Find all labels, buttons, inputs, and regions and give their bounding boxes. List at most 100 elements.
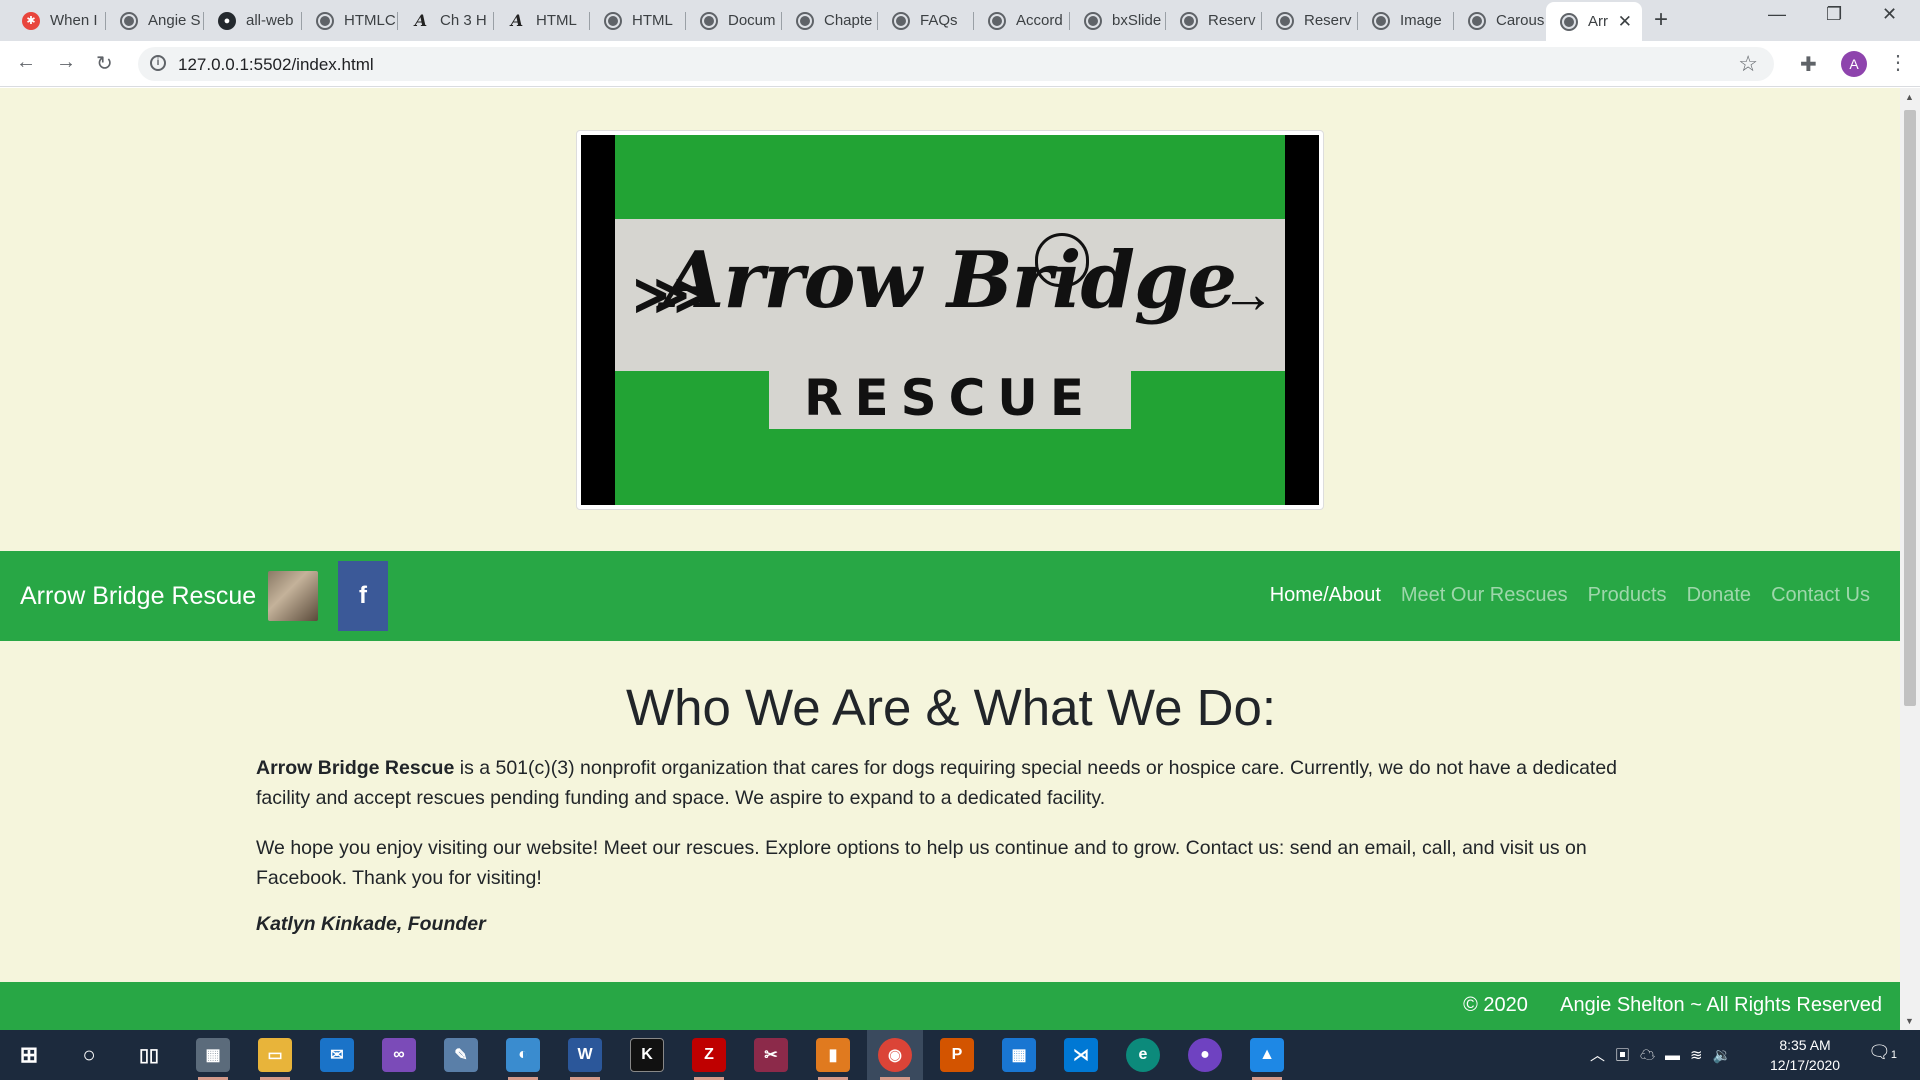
filezilla-icon[interactable]: Z [692,1038,726,1080]
nav-contact-us[interactable]: Contact Us [1771,584,1870,607]
notepad-icon[interactable]: ✎ [444,1038,478,1072]
close-window-icon[interactable]: ✕ [1882,4,1897,25]
nav-links: Home/About Meet Our Rescues Products Don… [1270,584,1870,607]
tab-9[interactable]: FAQs [878,6,974,35]
tab-12[interactable]: Reserv [1166,6,1262,35]
minimize-icon[interactable]: — [1768,4,1786,25]
acrobat-icon: A [414,11,428,30]
new-tab-icon[interactable]: + [1654,6,1668,34]
tab-active[interactable]: Arr ✕ [1546,2,1642,41]
scroll-down-icon[interactable]: ▼ [1905,1016,1914,1026]
photos-icon[interactable]: ▲ [1250,1038,1284,1080]
inkscape-icon[interactable]: K [630,1038,664,1072]
tab-0[interactable]: ✱ When I [8,6,106,35]
search-icon[interactable]: ○ [72,1038,106,1072]
org-name: Arrow Bridge Rescue [256,757,455,779]
globe-icon [796,11,814,30]
logo-script-text: Arrow Bridge [663,235,1237,326]
globe-icon [316,11,334,30]
snipping-tool-icon[interactable]: ✂ [754,1038,788,1072]
calculator-icon[interactable]: ▦ [196,1038,230,1080]
logo-rescue-text: RESCUE [803,369,1097,427]
scroll-up-icon[interactable]: ▲ [1905,92,1914,102]
navbar-brand[interactable]: Arrow Bridge Rescue [20,582,256,611]
scrollbar-thumb[interactable] [1904,110,1916,706]
founder-signature: Katlyn Kinkade, Founder [256,913,486,935]
nav-meet-our-rescues[interactable]: Meet Our Rescues [1401,584,1568,607]
site-footer: © 2020 Angie Shelton ~ All Rights Reserv… [0,982,1900,1030]
extensions-icon[interactable]: ✚ [1800,52,1817,77]
welcome-paragraph: We hope you enjoy visiting our website! … [256,837,1587,889]
nav-donate[interactable]: Donate [1687,584,1752,607]
tab-8[interactable]: Chapte [782,6,878,35]
tab-11[interactable]: bxSlide [1070,6,1166,35]
browser-toolbar: ← → ↻ i 127.0.0.1:5502/index.html ☆ [0,41,1920,87]
reload-icon[interactable]: ↻ [96,51,113,76]
tab-6[interactable]: HTML [590,6,686,35]
globe-icon [700,11,718,30]
globe-icon [1180,11,1198,30]
word-icon[interactable]: W [568,1038,602,1080]
page-viewport: ⋙ Arrow Bridge → RESCUE Arrow Bridge Res… [0,88,1900,1030]
globe-icon [892,11,910,30]
logo-frame: ⋙ Arrow Bridge → RESCUE [576,130,1324,510]
brand-dog-thumbnail[interactable] [268,571,318,621]
tab-5[interactable]: A HTML [494,6,590,35]
windows-taskbar: ⊞ ○ ▯▯ ▦ ▭ ✉ ∞ ✎ ◐ W K Z ✂ ▮ ◉ P ▦ ⋊ e ●… [0,1030,1920,1080]
browser-tab-strip: ✱ When I Angie S ● all-web HTMLC A Ch 3 H A… [0,0,1920,41]
globe-icon [604,11,622,30]
globe-icon [1560,12,1578,31]
tab-4[interactable]: A Ch 3 H [398,6,494,35]
nav-home-about[interactable]: Home/About [1270,584,1381,607]
edge-icon[interactable]: e [1126,1038,1160,1072]
app-orange-icon[interactable]: ▮ [816,1038,850,1080]
tab-7[interactable]: Docum [686,6,782,35]
tab-13[interactable]: Reserv [1262,6,1358,35]
tab-14[interactable]: Image [1358,6,1454,35]
powerpoint-icon[interactable]: P [940,1038,974,1072]
paint-icon[interactable]: ◐ [506,1038,540,1080]
tab-10[interactable]: Accord [974,6,1070,35]
browser-menu-icon[interactable]: ⋮ [1888,50,1908,75]
footer-copyright: © 2020 Angie Shelton ~ All Rights Reserv… [1463,994,1882,1016]
notification-count: 1 [1890,1049,1897,1061]
vscode-icon[interactable]: ⋊ [1064,1038,1098,1072]
tab-15[interactable]: Carous [1454,6,1550,35]
profile-avatar[interactable]: A [1841,51,1867,77]
notification-icon[interactable]: 🗨1 [1868,1042,1897,1063]
nav-products[interactable]: Products [1588,584,1667,607]
restore-icon[interactable]: ❐ [1826,4,1842,25]
clock[interactable]: 8:35 AM 12/17/2020 [1770,1035,1840,1075]
chrome-icon[interactable]: ◉ [878,1038,912,1080]
windows-start-icon[interactable]: ⊞ [12,1038,46,1072]
file-explorer-icon[interactable]: ▭ [258,1038,292,1080]
globe-icon [1276,11,1294,30]
task-view-icon[interactable]: ▯▯ [132,1038,166,1072]
tab-2[interactable]: ● all-web [204,6,302,35]
url-text: 127.0.0.1:5502/index.html [178,55,374,74]
page-scrollbar[interactable]: ▲ ▼ [1900,88,1920,1030]
tab-1[interactable]: Angie S [106,6,204,35]
close-tab-icon[interactable]: ✕ [1618,12,1632,32]
site-info-icon[interactable]: i [150,55,166,71]
clock-date: 12/17/2020 [1770,1057,1841,1073]
facebook-button[interactable]: f [338,561,388,631]
back-icon[interactable]: ← [16,51,36,74]
system-tray[interactable]: ︿▣☁▬≋🔉 [1590,1044,1741,1065]
main-content: Who We Are & What We Do: Arrow Bridge Re… [256,678,1646,936]
globe-icon [1084,11,1102,30]
globe-icon [120,11,138,30]
mail-icon[interactable]: ✉ [320,1038,354,1072]
forward-icon[interactable]: → [56,51,76,74]
when-icon: ✱ [22,11,40,30]
tab-3[interactable]: HTMLC [302,6,398,35]
visual-studio-icon[interactable]: ∞ [382,1038,416,1072]
page-heading: Who We Are & What We Do: [625,679,1276,736]
acrobat-icon: A [510,11,524,30]
bookmark-star-icon[interactable]: ☆ [1738,51,1758,77]
calendar-icon[interactable]: ▦ [1002,1038,1036,1072]
github-desktop-icon[interactable]: ● [1188,1038,1222,1072]
globe-icon [1468,11,1486,30]
globe-icon [988,11,1006,30]
address-bar[interactable]: i 127.0.0.1:5502/index.html ☆ [138,47,1774,81]
